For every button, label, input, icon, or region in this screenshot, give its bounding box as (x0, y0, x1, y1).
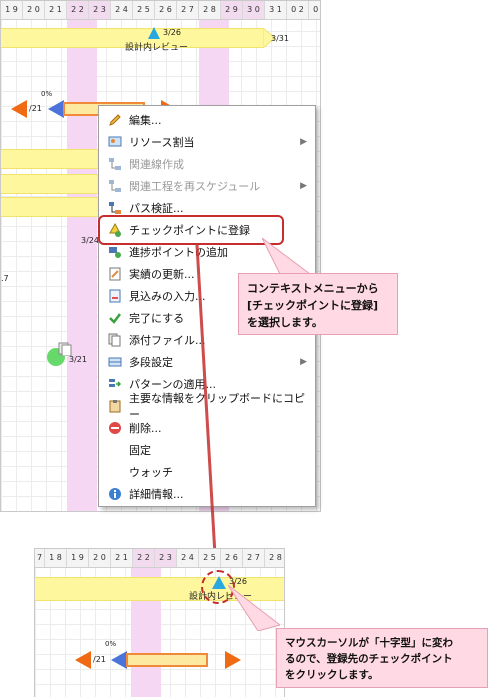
date-cell: 2 6 (221, 549, 243, 567)
bar-start-date: /21 (93, 655, 106, 664)
callout-box-2: マウスカーソルが「十字型」に変わ るので、登録先のチェックポイント をクリックし… (276, 628, 488, 688)
callout-line: るので、登録先のチェックポイント (285, 653, 453, 665)
date-cell: 2 3 (155, 549, 177, 567)
date-cell: 2 4 (177, 549, 199, 567)
date-header: 7 1 8 1 9 2 0 2 1 2 2 2 3 2 4 2 5 2 6 2 … (35, 549, 284, 568)
date-cell: 1 8 (45, 549, 67, 567)
task-bar[interactable] (126, 653, 208, 667)
date-cell: 2 8 (265, 549, 284, 567)
callout-line: をクリックします。 (285, 669, 379, 681)
date-cell: 7 (35, 549, 45, 567)
date-cell: 2 2 (133, 549, 155, 567)
weekend-column (131, 549, 161, 697)
right-orange-arrow-icon[interactable] (225, 651, 241, 669)
date-cell: 2 7 (243, 549, 265, 567)
callout-pointer (228, 585, 280, 631)
date-cell: 2 1 (111, 549, 133, 567)
date-cell: 1 9 (67, 549, 89, 567)
date-cell: 2 0 (89, 549, 111, 567)
left-blue-arrow-icon[interactable] (111, 651, 127, 669)
left-orange-arrow-icon[interactable] (75, 651, 91, 669)
date-cell: 2 5 (199, 549, 221, 567)
progress-percent: 0% (105, 640, 117, 648)
callout-line: マウスカーソルが「十字型」に変わ (285, 637, 453, 649)
